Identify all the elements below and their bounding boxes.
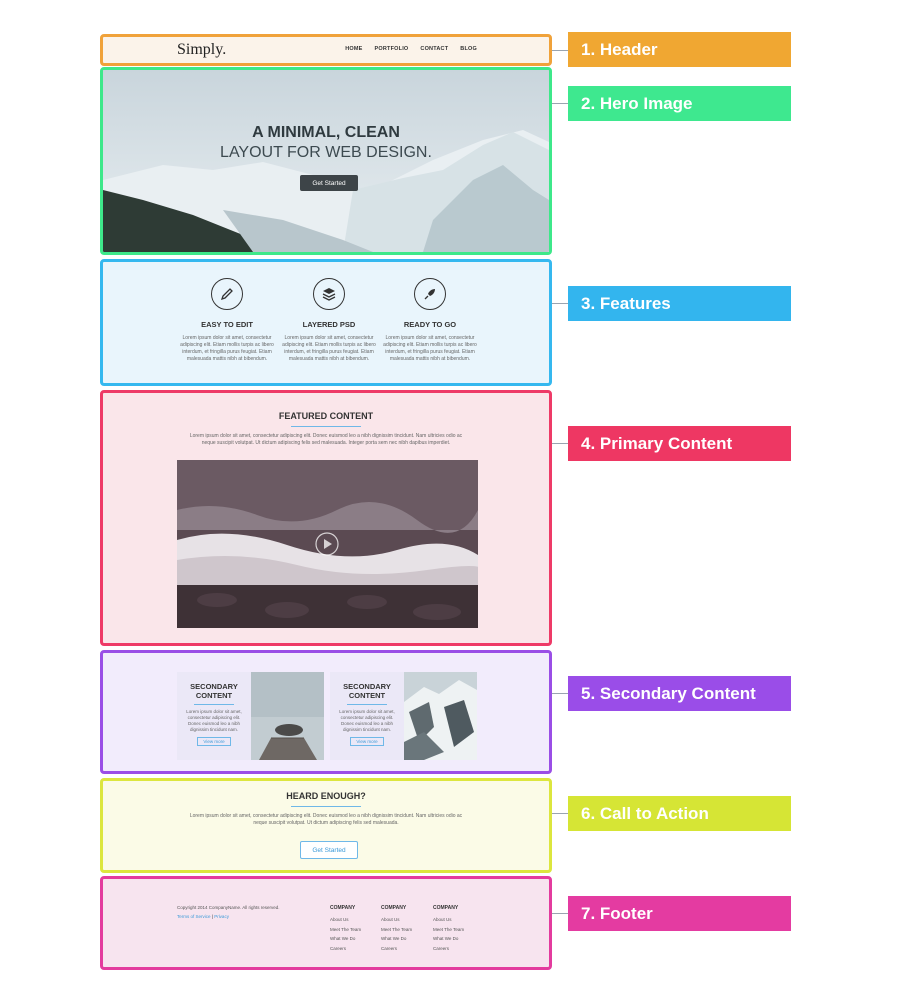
feature-item: EASY TO EDIT Lorem ipsum dolor sit amet,… (177, 278, 277, 363)
secondary-card: SECONDARY CONTENT Lorem ipsum dolor sit … (177, 672, 324, 760)
label-secondary-content: 5. Secondary Content (568, 676, 791, 711)
label-header: 1. Header (568, 32, 791, 67)
view-more-button[interactable]: View more (197, 737, 231, 746)
label-call-to-action: 6. Call to Action (568, 796, 791, 831)
main-nav: HOME PORTFOLIO CONTACT BLOG (345, 46, 477, 52)
title-underline (194, 704, 234, 705)
secondary-card: SECONDARY CONTENT Lorem ipsum dolor sit … (330, 672, 477, 760)
view-more-button[interactable]: View more (350, 737, 384, 746)
hero-get-started-button[interactable]: Get Started (300, 175, 358, 191)
cta-title: HEARD ENOUGH? (286, 791, 366, 801)
label-connector (552, 103, 568, 104)
label-hero: 2. Hero Image (568, 86, 791, 121)
card-title: SECONDARY CONTENT (190, 682, 238, 700)
feature-title: LAYERED PSD (302, 320, 356, 329)
nav-blog[interactable]: BLOG (460, 46, 477, 52)
label-connector (552, 443, 568, 444)
pier-image (251, 672, 324, 760)
cta-get-started-button[interactable]: Get Started (300, 841, 358, 859)
header-section: Simply. HOME PORTFOLIO CONTACT BLOG (100, 34, 552, 66)
title-underline (347, 704, 387, 705)
footer-link[interactable]: What We Do (381, 934, 412, 944)
label-primary-content: 4. Primary Content (568, 426, 791, 461)
footer-link[interactable]: About Us (433, 915, 464, 925)
copyright-text: Copyright 2014 CompanyName. All rights r… (177, 905, 280, 910)
terms-link[interactable]: Terms of Service (177, 914, 211, 919)
label-connector (552, 50, 568, 51)
card-title: SECONDARY CONTENT (343, 682, 391, 700)
footer-link[interactable]: What We Do (433, 934, 464, 944)
hero-title: A MINIMAL, CLEAN (252, 124, 400, 141)
footer-column: COMPANY About Us Meet The Team What We D… (330, 905, 361, 953)
footer-column: COMPANY About Us Meet The Team What We D… (381, 905, 412, 953)
nav-portfolio[interactable]: PORTFOLIO (375, 46, 409, 52)
primary-title: FEATURED CONTENT (278, 411, 374, 421)
nav-home[interactable]: HOME (345, 46, 362, 52)
footer-column-title: COMPANY (381, 905, 407, 911)
hero-subtitle: LAYOUT FOR WEB DESIGN. (220, 144, 432, 161)
label-connector (552, 303, 568, 304)
label-footer: 7. Footer (568, 896, 791, 931)
play-icon[interactable] (314, 531, 340, 557)
feature-text: Lorem ipsum dolor sit amet, consectetur … (383, 335, 477, 362)
call-to-action-section: HEARD ENOUGH? Lorem ipsum dolor sit amet… (100, 778, 552, 873)
nav-contact[interactable]: CONTACT (420, 46, 448, 52)
footer-link[interactable]: Meet The Team (433, 925, 464, 935)
pencil-icon (211, 278, 243, 310)
label-connector (552, 813, 568, 814)
privacy-link[interactable]: Privacy (214, 914, 229, 919)
footer-link[interactable]: Meet The Team (330, 925, 361, 935)
feature-title: EASY TO EDIT (201, 320, 253, 329)
primary-content-section: FEATURED CONTENT Lorem ipsum dolor sit a… (100, 390, 552, 646)
feature-item: LAYERED PSD Lorem ipsum dolor sit amet, … (279, 278, 379, 363)
card-text: Lorem ipsum dolor sit amet, consectetur … (186, 709, 242, 732)
footer-link[interactable]: Careers (433, 944, 464, 954)
footer-link[interactable]: Careers (381, 944, 412, 954)
snowy-mountain-image (404, 672, 477, 760)
feature-text: Lorem ipsum dolor sit amet, consectetur … (180, 335, 274, 362)
title-underline (291, 806, 361, 807)
footer-link[interactable]: About Us (330, 915, 361, 925)
card-text: Lorem ipsum dolor sit amet, consectetur … (339, 709, 395, 732)
cta-text: Lorem ipsum dolor sit amet, consectetur … (189, 813, 463, 826)
footer-column: COMPANY About Us Meet The Team What We D… (433, 905, 464, 953)
footer-link[interactable]: Meet The Team (381, 925, 412, 935)
footer-column-title: COMPANY (433, 905, 459, 911)
label-connector (552, 913, 568, 914)
rocket-icon (414, 278, 446, 310)
title-underline (291, 426, 361, 427)
label-connector (552, 693, 568, 694)
label-features: 3. Features (568, 286, 791, 321)
footer-column-title: COMPANY (330, 905, 356, 911)
featured-video[interactable] (177, 460, 478, 628)
footer-section: Copyright 2014 CompanyName. All rights r… (100, 876, 552, 970)
feature-title: READY TO GO (403, 320, 457, 329)
feature-text: Lorem ipsum dolor sit amet, consectetur … (282, 335, 376, 362)
secondary-content-section: SECONDARY CONTENT Lorem ipsum dolor sit … (100, 650, 552, 774)
site-logo[interactable]: Simply. (177, 41, 226, 59)
footer-link[interactable]: About Us (381, 915, 412, 925)
hero-section: A MINIMAL, CLEAN LAYOUT FOR WEB DESIGN. … (100, 67, 552, 255)
layers-icon (313, 278, 345, 310)
footer-link[interactable]: What We Do (330, 934, 361, 944)
feature-item: READY TO GO Lorem ipsum dolor sit amet, … (380, 278, 480, 363)
legal-links: Terms of Service | Privacy (177, 914, 229, 919)
footer-link[interactable]: Careers (330, 944, 361, 954)
features-section: EASY TO EDIT Lorem ipsum dolor sit amet,… (100, 259, 552, 386)
primary-text: Lorem ipsum dolor sit amet, consectetur … (189, 433, 463, 446)
